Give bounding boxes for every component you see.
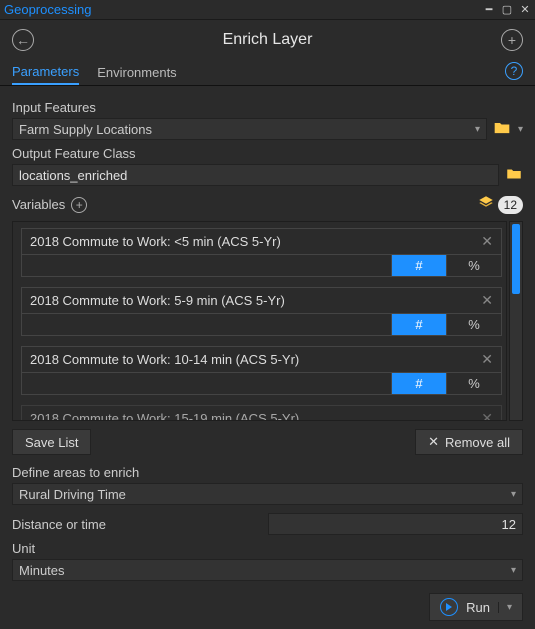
tab-parameters[interactable]: Parameters	[12, 60, 79, 85]
variable-percent-toggle[interactable]: %	[446, 314, 501, 335]
output-fc-label: Output Feature Class	[12, 146, 523, 161]
unit-select[interactable]: Minutes ▾	[12, 559, 523, 581]
restore-icon[interactable]: ▢	[501, 4, 513, 16]
distance-label: Distance or time	[12, 517, 262, 532]
variable-count-toggle[interactable]: #	[391, 314, 446, 335]
remove-variable-icon[interactable]: ✕	[481, 292, 493, 309]
unit-value: Minutes	[19, 563, 65, 578]
chevron-down-icon: ▾	[518, 124, 523, 135]
tab-environments[interactable]: Environments	[97, 61, 176, 84]
input-features-value: Farm Supply Locations	[19, 122, 152, 137]
variable-percent-toggle[interactable]: %	[446, 373, 501, 394]
save-list-button[interactable]: Save List	[12, 429, 91, 455]
variable-item: 2018 Commute to Work: <5 min (ACS 5-Yr) …	[21, 228, 502, 277]
browse-output-icon[interactable]	[505, 165, 523, 186]
variable-count-toggle[interactable]: #	[391, 373, 446, 394]
layers-icon[interactable]	[476, 194, 496, 215]
variables-list: 2018 Commute to Work: <5 min (ACS 5-Yr) …	[12, 221, 507, 421]
input-features-label: Input Features	[12, 100, 523, 115]
close-icon: ✕	[428, 434, 439, 450]
variable-item: 2018 Commute to Work: 15-19 min (ACS 5-Y…	[21, 405, 502, 421]
variable-item: 2018 Commute to Work: 10-14 min (ACS 5-Y…	[21, 346, 502, 395]
remove-variable-icon[interactable]: ✕	[481, 351, 493, 368]
input-features-select[interactable]: Farm Supply Locations ▾	[12, 118, 487, 140]
browse-folder-icon[interactable]	[493, 119, 511, 140]
add-tool-button[interactable]: +	[501, 29, 523, 51]
variables-label: Variables	[12, 197, 65, 212]
remove-all-label: Remove all	[445, 435, 510, 450]
tool-title: Enrich Layer	[34, 31, 501, 49]
remove-variable-icon[interactable]: ✕	[481, 410, 493, 421]
edit-layer-button[interactable]: ▾	[517, 124, 523, 135]
output-fc-input[interactable]	[12, 164, 499, 186]
unit-label: Unit	[12, 541, 523, 556]
close-window-icon[interactable]: ✕	[519, 4, 531, 16]
chevron-down-icon: ▾	[511, 565, 516, 576]
variable-count-toggle[interactable]: #	[391, 255, 446, 276]
define-areas-label: Define areas to enrich	[12, 465, 523, 480]
variables-scrollbar[interactable]	[509, 221, 523, 421]
remove-all-button[interactable]: ✕ Remove all	[415, 429, 523, 455]
chevron-down-icon: ▾	[511, 489, 516, 500]
window-title: Geoprocessing	[4, 2, 91, 17]
chevron-down-icon: ▾	[475, 124, 480, 135]
define-areas-value: Rural Driving Time	[19, 487, 126, 502]
back-button[interactable]: ←	[12, 29, 34, 51]
variable-name: 2018 Commute to Work: 10-14 min (ACS 5-Y…	[30, 352, 299, 367]
distance-input[interactable]	[268, 513, 523, 535]
define-areas-select[interactable]: Rural Driving Time ▾	[12, 483, 523, 505]
minimize-icon[interactable]: ━	[483, 4, 495, 16]
play-icon	[440, 598, 458, 616]
variable-percent-toggle[interactable]: %	[446, 255, 501, 276]
run-label: Run	[466, 600, 490, 615]
scrollbar-thumb[interactable]	[512, 224, 520, 294]
variable-item: 2018 Commute to Work: 5-9 min (ACS 5-Yr)…	[21, 287, 502, 336]
add-variable-button[interactable]: +	[71, 197, 87, 213]
help-icon[interactable]: ?	[505, 62, 523, 80]
remove-variable-icon[interactable]: ✕	[481, 233, 493, 250]
variables-count-badge: 12	[498, 196, 523, 214]
variable-name: 2018 Commute to Work: 15-19 min (ACS 5-Y…	[30, 411, 299, 421]
run-menu-caret[interactable]: ▾	[498, 602, 512, 613]
variable-name: 2018 Commute to Work: <5 min (ACS 5-Yr)	[30, 234, 281, 249]
variable-name: 2018 Commute to Work: 5-9 min (ACS 5-Yr)	[30, 293, 285, 308]
run-button[interactable]: Run ▾	[429, 593, 523, 621]
